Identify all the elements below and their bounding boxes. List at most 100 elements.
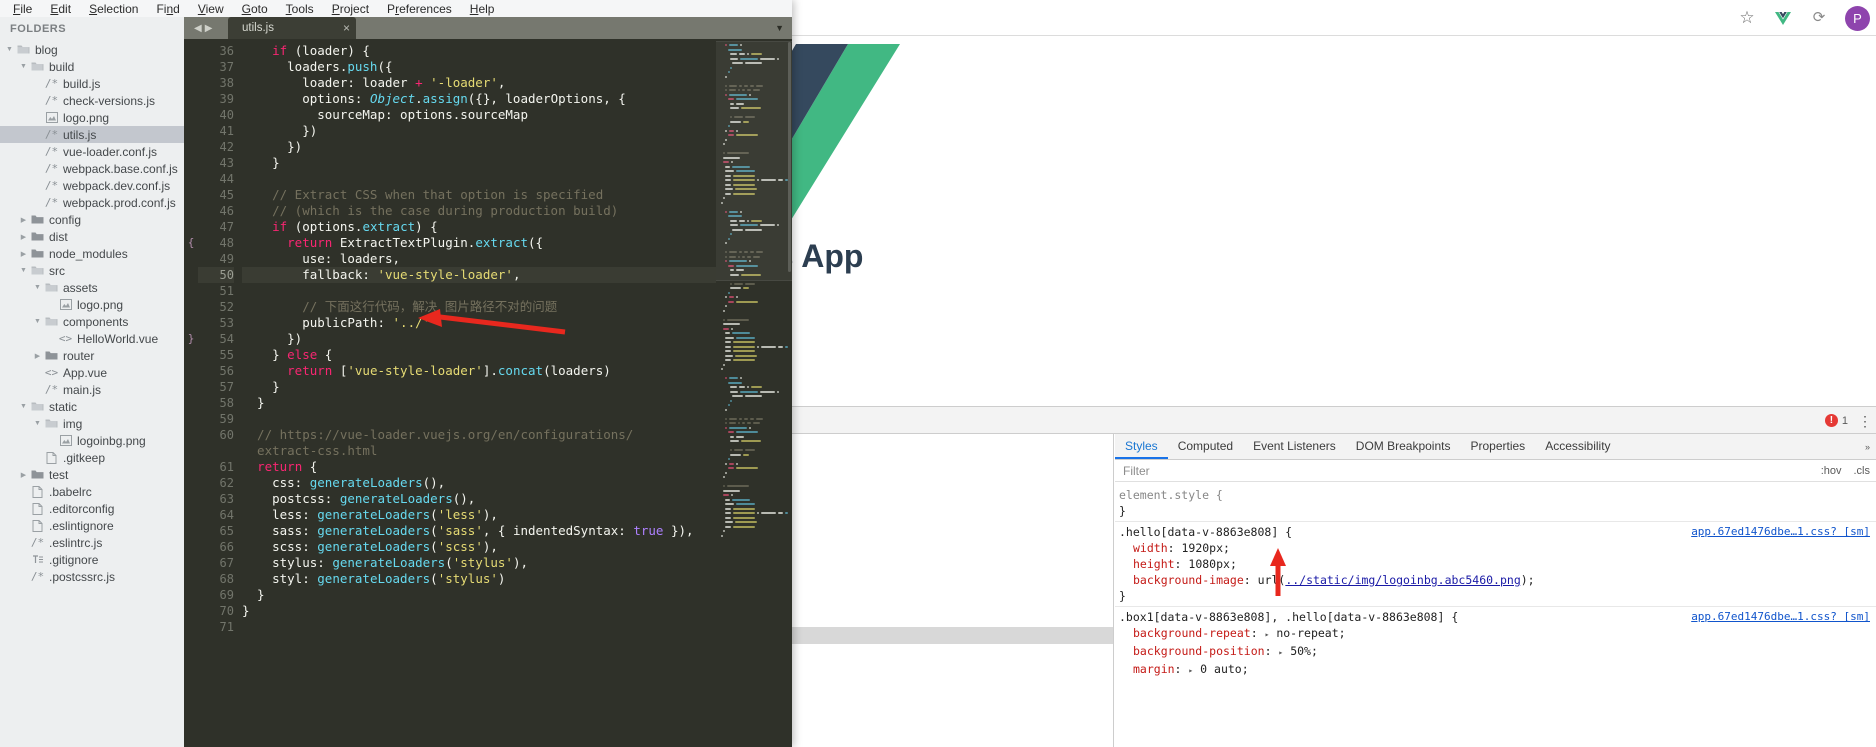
css-rule-hello[interactable]: app.67ed1476dbe…1.css? [sm] .hello[data-… [1115,522,1876,607]
code-line[interactable]: publicPath: '../' [242,315,716,331]
css-declaration[interactable]: background-position: ▸ 50%; [1119,643,1876,661]
code-line[interactable]: // Extract CSS when that option is speci… [242,187,716,203]
code-line[interactable]: loaders.push({ [242,59,716,75]
tree-item[interactable]: ▼ static [0,398,184,415]
tab-dom-breakpoints[interactable]: DOM Breakpoints [1346,434,1461,459]
folder-tree[interactable]: ▼ blog ▼ build /* build.js /* check-versions.js… [0,41,184,585]
tree-item[interactable]: logo.png [0,109,184,126]
vue-devtools-icon[interactable] [1773,8,1793,28]
tree-item[interactable]: /* check-versions.js [0,92,184,109]
css-property[interactable]: height [1119,556,1175,572]
tree-item[interactable]: /* webpack.dev.conf.js [0,177,184,194]
code-line[interactable]: }) [242,331,716,347]
tree-item[interactable]: .babelrc [0,483,184,500]
css-rule-element-style[interactable]: element.style { } [1115,485,1876,522]
chevron-right-icon[interactable]: ▶ [32,352,43,360]
css-value[interactable]: 1080px; [1188,557,1236,571]
css-declaration[interactable]: background-repeat: ▸ no-repeat; [1119,625,1876,643]
code-line[interactable]: css: generateLoaders(), [242,475,716,491]
tree-item[interactable]: ▼ components [0,313,184,330]
code-line[interactable]: less: generateLoaders('less'), [242,507,716,523]
code-line[interactable]: fallback: 'vue-style-loader', [242,267,716,283]
minimap[interactable] [716,39,792,747]
tab-utils-js[interactable]: utils.js [228,17,356,39]
tabs-overflow-chevron-icon[interactable]: » [1859,434,1876,459]
chevron-right-icon[interactable]: ▶ [18,233,29,241]
stylesheet-origin-link[interactable]: app.67ed1476dbe…1.css? [sm] [1691,524,1870,540]
tree-item[interactable]: ▶ config [0,211,184,228]
menu-preferences[interactable]: Preferences [378,2,461,16]
minimap-viewport-indicator[interactable] [716,41,792,281]
css-property[interactable]: background-image [1119,572,1244,588]
tab-computed[interactable]: Computed [1168,434,1243,459]
chevron-right-icon[interactable]: ▶ [18,471,29,479]
chevron-down-icon[interactable]: ▼ [18,267,29,274]
tree-item[interactable]: .editorconfig [0,500,184,517]
code-line[interactable]: return { [242,459,716,475]
tree-item[interactable]: /* utils.js [0,126,184,143]
code-line[interactable]: // https://vue-loader.vuejs.org/en/confi… [242,427,716,443]
chevron-down-icon[interactable]: ▼ [4,46,15,53]
css-value[interactable]: 1920px; [1181,541,1229,555]
class-editor-toggle[interactable]: .cls [1848,465,1876,477]
tree-item[interactable]: /* vue-loader.conf.js [0,143,184,160]
next-tab-icon[interactable]: ▶ [205,23,213,34]
tree-item[interactable]: /* .postcssrc.js [0,568,184,585]
prev-tab-icon[interactable]: ◀ [194,23,202,34]
tree-item[interactable]: logoinbg.png [0,432,184,449]
chevron-down-icon[interactable]: ▼ [18,63,29,70]
code-line[interactable]: sass: generateLoaders('sass', { indented… [242,523,716,539]
css-value[interactable]: no-repeat; [1276,626,1345,640]
css-property[interactable]: width [1119,540,1168,556]
bookmark-star-icon[interactable]: ☆ [1737,8,1757,28]
css-property[interactable]: background-repeat [1119,625,1251,641]
tree-item[interactable]: <> HelloWorld.vue [0,330,184,347]
css-property[interactable]: background-position [1119,643,1265,659]
menu-goto[interactable]: Goto [233,2,277,16]
menu-edit[interactable]: Edit [41,2,80,16]
menu-project[interactable]: Project [323,2,378,16]
css-declaration[interactable]: background-image: url(../static/img/logo… [1119,572,1876,588]
tab-properties[interactable]: Properties [1460,434,1535,459]
css-declaration[interactable]: width: 1920px; [1119,540,1876,556]
tab-navigation-arrows[interactable]: ◀ ▶ [188,17,218,39]
menu-file[interactable]: File [4,2,41,16]
tree-item[interactable]: ▼ assets [0,279,184,296]
css-declaration[interactable]: margin: ▸ 0 auto; [1119,661,1876,679]
code-fold-gutter[interactable]: {} [184,39,198,747]
tree-item[interactable]: .eslintignore [0,517,184,534]
search-input[interactable] [1115,464,1815,478]
hover-state-toggle[interactable]: :hov [1815,465,1848,477]
tree-item[interactable]: /* main.js [0,381,184,398]
code-line[interactable] [242,619,716,635]
code-line[interactable]: }) [242,139,716,155]
code-line[interactable]: if (loader) { [242,43,716,59]
code-line[interactable] [242,411,716,427]
tree-item[interactable]: logo.png [0,296,184,313]
code-line[interactable] [242,283,716,299]
code-line[interactable]: } else { [242,347,716,363]
menu-find[interactable]: Find [147,2,188,16]
menu-selection[interactable]: Selection [80,2,147,16]
code-line[interactable]: } [242,379,716,395]
chevron-down-icon[interactable]: ▼ [18,403,29,410]
tree-item[interactable]: ▶ dist [0,228,184,245]
code-line[interactable]: }) [242,123,716,139]
code-line[interactable]: return ExtractTextPlugin.extract({ [242,235,716,251]
code-line[interactable]: return ['vue-style-loader'].concat(loade… [242,363,716,379]
code-content[interactable]: if (loader) { loaders.push({ loader: loa… [242,39,716,747]
tree-item[interactable]: <> App.vue [0,364,184,381]
code-line[interactable]: // (which is the case during production … [242,203,716,219]
css-selector[interactable]: element.style { [1119,487,1876,503]
tree-item[interactable]: ▼ src [0,262,184,279]
tab-event-listeners[interactable]: Event Listeners [1243,434,1346,459]
code-line[interactable]: scss: generateLoaders('scss'), [242,539,716,555]
tree-item[interactable]: /* build.js [0,75,184,92]
tree-item[interactable]: ▼ blog [0,41,184,58]
fold-marker[interactable]: { [184,235,198,251]
chevron-down-icon[interactable]: ▼ [32,420,43,427]
devtools-more-options-icon[interactable]: ⋮ [1858,414,1872,428]
code-line[interactable]: styl: generateLoaders('stylus') [242,571,716,587]
code-line[interactable]: use: loaders, [242,251,716,267]
extensions-icon[interactable]: ⟳ [1809,8,1829,28]
